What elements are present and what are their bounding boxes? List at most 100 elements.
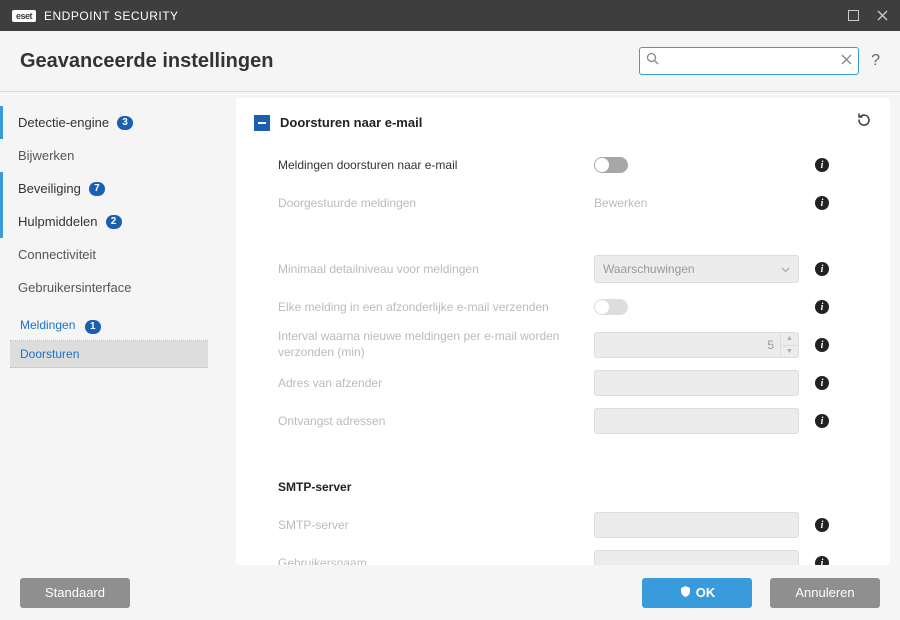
body: Detectie-engine 3 Bijwerken Beveiliging … (0, 92, 900, 565)
search-input[interactable] (659, 54, 841, 68)
search-box[interactable] (639, 47, 859, 75)
row-label: Minimaal detailniveau voor meldingen (254, 262, 584, 276)
row-label: Interval waarna nieuwe meldingen per e-m… (254, 329, 584, 360)
info-icon[interactable]: i (815, 262, 829, 276)
sidebar-item-label: Connectiviteit (18, 247, 96, 262)
collapse-icon[interactable] (254, 115, 270, 131)
info-icon[interactable]: i (815, 556, 829, 565)
row-info: i (809, 158, 829, 172)
ok-button[interactable]: OK (642, 578, 752, 608)
search-icon (646, 52, 659, 70)
chevron-down-icon (781, 262, 790, 276)
gap (254, 443, 872, 471)
sidebar-sub-label: Doorsturen (20, 347, 79, 361)
username-input (594, 550, 799, 565)
default-button[interactable]: Standaard (20, 578, 130, 608)
sidebar-item-tools[interactable]: Hulpmiddelen 2 (0, 205, 230, 238)
titlebar: eset ENDPOINT SECURITY (0, 0, 900, 31)
sidebar-item-label: Gebruikersinterface (18, 280, 131, 295)
info-icon[interactable]: i (815, 158, 829, 172)
header: Geavanceerde instellingen ? (0, 31, 900, 91)
sidebar-item-connectivity[interactable]: Connectiviteit (0, 238, 230, 271)
interval-spinner: 5 ▲ ▼ (594, 332, 799, 358)
footer-right: OK Annuleren (642, 578, 880, 608)
search-wrap: ? (639, 47, 880, 75)
page-title: Geavanceerde instellingen (20, 50, 273, 73)
brand-badge: eset (12, 10, 36, 22)
row-forward-toggle: Meldingen doorsturen naar e-mail i (254, 149, 872, 181)
edit-link: Bewerken (594, 196, 647, 210)
row-info: i (809, 338, 829, 352)
reset-icon[interactable] (856, 112, 872, 133)
row-info: i (809, 196, 829, 210)
sidebar-badge: 3 (117, 116, 133, 130)
row-recipients: Ontvangst adressen i (254, 405, 872, 437)
sidebar-badge: 7 (89, 182, 105, 196)
close-icon[interactable] (877, 10, 888, 21)
toggle-forward-email[interactable] (594, 157, 628, 173)
sidebar-item-label: Hulpmiddelen (18, 214, 98, 229)
row-control (594, 370, 799, 396)
help-icon[interactable]: ? (871, 52, 880, 70)
content: Doorsturen naar e-mail Meldingen doorstu… (236, 98, 890, 565)
row-control (594, 408, 799, 434)
sidebar-sub-notifications[interactable]: Meldingen 1 (10, 312, 208, 341)
row-control: Waarschuwingen (594, 255, 799, 283)
ok-button-label: OK (696, 585, 716, 600)
titlebar-left: eset ENDPOINT SECURITY (12, 9, 179, 23)
info-icon[interactable]: i (815, 376, 829, 390)
sidebar-item-ui[interactable]: Gebruikersinterface (0, 271, 230, 304)
row-sender: Adres van afzender i (254, 367, 872, 399)
section-header: Doorsturen naar e-mail (254, 112, 872, 133)
row-smtp-server: SMTP-server i (254, 509, 872, 541)
subsection-title: SMTP-server (254, 480, 584, 494)
row-label: Adres van afzender (254, 376, 584, 390)
cancel-button[interactable]: Annuleren (770, 578, 880, 608)
row-info: i (809, 414, 829, 428)
row-label: Elke melding in een afzonderlijke e-mail… (254, 300, 584, 314)
sidebar-sub-label: Meldingen (20, 318, 75, 332)
row-label: Ontvangst adressen (254, 414, 584, 428)
spinner-value: 5 (595, 333, 780, 357)
row-info: i (809, 262, 829, 276)
sidebar-item-label: Beveiliging (18, 181, 81, 196)
sidebar-item-update[interactable]: Bijwerken (0, 139, 230, 172)
footer: Standaard OK Annuleren (0, 565, 900, 620)
info-icon[interactable]: i (815, 414, 829, 428)
sidebar-item-label: Bijwerken (18, 148, 74, 163)
shield-icon (679, 585, 692, 601)
info-icon[interactable]: i (815, 518, 829, 532)
recipients-input (594, 408, 799, 434)
info-icon[interactable]: i (815, 338, 829, 352)
row-control: 5 ▲ ▼ (594, 332, 799, 358)
spinner-buttons: ▲ ▼ (780, 333, 798, 357)
row-username: Gebruikersnaam i (254, 547, 872, 565)
info-icon[interactable]: i (815, 196, 829, 210)
row-label: Meldingen doorsturen naar e-mail (254, 158, 584, 172)
sidebar-item-security[interactable]: Beveiliging 7 (0, 172, 230, 205)
sidebar-item-detection[interactable]: Detectie-engine 3 (0, 106, 230, 139)
toggle-each-email (594, 299, 628, 315)
spinner-up-icon: ▲ (781, 333, 798, 346)
maximize-icon[interactable] (848, 10, 859, 21)
row-smtp-heading: SMTP-server (254, 471, 872, 503)
select-value: Waarschuwingen (603, 262, 695, 276)
content-wrap: Doorsturen naar e-mail Meldingen doorstu… (230, 92, 900, 565)
row-info: i (809, 556, 829, 565)
section-title: Doorsturen naar e-mail (280, 115, 846, 130)
row-info: i (809, 518, 829, 532)
sidebar-spacer (0, 304, 230, 312)
clear-search-icon[interactable] (841, 52, 852, 70)
app-title: ENDPOINT SECURITY (44, 9, 179, 23)
gap (254, 225, 872, 253)
row-control (594, 299, 799, 315)
row-label: SMTP-server (254, 518, 584, 532)
info-icon[interactable]: i (815, 300, 829, 314)
row-info: i (809, 376, 829, 390)
row-control (594, 512, 799, 538)
detail-level-select: Waarschuwingen (594, 255, 799, 283)
row-info: i (809, 300, 829, 314)
sidebar-sub-forwarding[interactable]: Doorsturen (10, 341, 208, 368)
sidebar: Detectie-engine 3 Bijwerken Beveiliging … (0, 92, 230, 565)
row-each-separate: Elke melding in een afzonderlijke e-mail… (254, 291, 872, 323)
